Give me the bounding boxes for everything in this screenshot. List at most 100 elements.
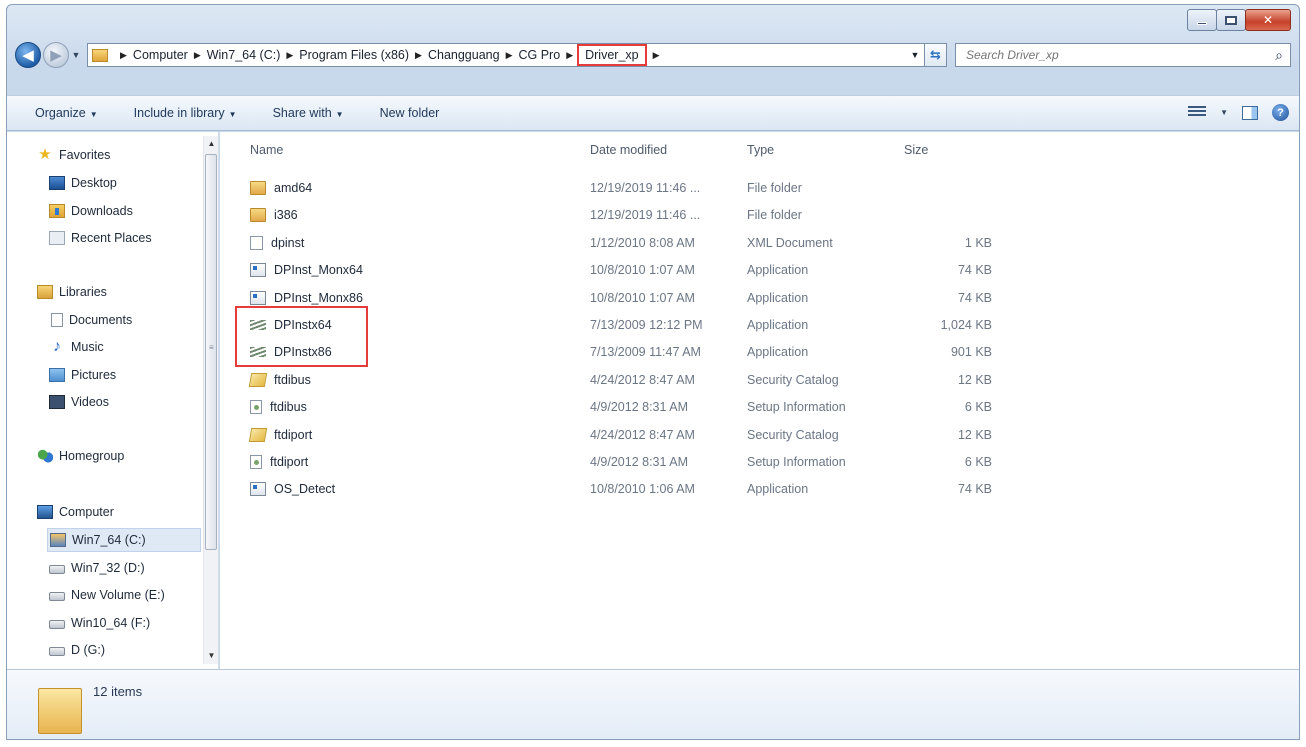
file-name-cell[interactable]: ftdiport (248, 427, 312, 442)
breadcrumb-arrow-icon[interactable]: ▶ (506, 50, 513, 61)
file-name: DPInst_Monx64 (274, 263, 363, 278)
file-name-cell[interactable]: ftdibus (248, 372, 311, 387)
file-size: 901 KB (950, 345, 992, 360)
folder-icon (38, 688, 82, 734)
column-header-date[interactable]: Date modified (590, 143, 667, 157)
minimize-button[interactable] (1187, 9, 1217, 31)
nav-scrollbar[interactable]: ▲ ≡ ▼ (203, 136, 218, 664)
nav-recent-places[interactable]: Recent Places (49, 231, 152, 245)
scroll-down-icon[interactable]: ▼ (204, 648, 218, 664)
organize-menu[interactable]: Organize ▼ (35, 106, 98, 120)
breadcrumb-arrow-icon[interactable]: ▶ (566, 50, 573, 61)
nav-drive-e[interactable]: New Volume (E:) (49, 588, 165, 602)
file-name-cell[interactable]: amd64 (250, 181, 312, 195)
file-name: ftdiport (270, 455, 309, 469)
file-name-cell[interactable]: i386 (250, 208, 298, 223)
breadcrumb-arrow-icon[interactable]: ▶ (120, 50, 127, 61)
share-with-menu[interactable]: Share with ▼ (273, 106, 344, 120)
file-name-cell[interactable]: DPInstx64 (250, 318, 332, 332)
file-type: Application (747, 263, 809, 278)
nav-label: New Volume (E:) (71, 588, 165, 602)
file-row[interactable]: OS_Detect 10/8/2010 1:06 AM Application 74 … (220, 476, 1299, 503)
breadcrumb-arrow-icon[interactable]: ▶ (653, 50, 660, 61)
maximize-icon (1225, 15, 1237, 25)
breadcrumb-computer[interactable]: Computer (133, 48, 188, 62)
file-row[interactable]: ftdibus 4/24/2012 8:47 AM Security Catalog… (220, 367, 1299, 394)
file-size: 1 KB (964, 235, 992, 250)
nav-computer[interactable]: Computer (37, 505, 114, 519)
file-name: DPInstx64 (274, 318, 332, 332)
nav-favorites[interactable]: ★ Favorites (37, 147, 110, 162)
column-header-type[interactable]: Type (747, 143, 774, 157)
recent-pages-button[interactable]: ▼ (69, 50, 83, 60)
nav-pictures[interactable]: Pictures (49, 368, 116, 382)
breadcrumb-drive[interactable]: Win7_64 (C:) (207, 48, 281, 62)
file-name-cell[interactable]: dpinst (250, 235, 304, 250)
column-header-name[interactable]: Name (250, 143, 283, 157)
file-row[interactable]: dpinst 1/12/2010 8:08 AM XML Document 1 KB (220, 230, 1299, 257)
file-name-cell[interactable]: ftdibus (250, 400, 307, 415)
address-dropdown-icon[interactable]: ▼ (906, 50, 924, 60)
file-name-cell[interactable]: DPInst_Monx64 (250, 263, 363, 278)
file-row[interactable]: DPInstx64 7/13/2009 12:12 PM Application 1,… (220, 312, 1299, 339)
preview-pane-icon[interactable] (1242, 105, 1258, 120)
nav-homegroup[interactable]: Homegroup (37, 449, 124, 463)
scroll-up-icon[interactable]: ▲ (204, 136, 218, 152)
file-row[interactable]: DPInst_Monx64 10/8/2010 1:07 AM Applicatio… (220, 257, 1299, 284)
search-icon[interactable]: ⌕ (1268, 47, 1290, 64)
file-name-cell[interactable]: DPInst_Monx86 (250, 290, 363, 305)
new-folder-button[interactable]: New folder (380, 106, 440, 120)
file-row[interactable]: DPInstx86 7/13/2009 11:47 AM Application 90… (220, 339, 1299, 366)
close-button[interactable]: ✕ (1245, 9, 1291, 31)
file-row[interactable]: ftdiport 4/9/2012 8:31 AM Setup Informatio… (220, 449, 1299, 476)
installer-icon (250, 347, 266, 358)
include-in-library-menu[interactable]: Include in library ▼ (134, 106, 237, 120)
downloads-icon (49, 204, 65, 218)
change-view-icon[interactable] (1188, 105, 1207, 120)
file-row[interactable]: i386 12/19/2019 11:46 ... File folder (220, 202, 1299, 229)
forward-button[interactable]: ▶ (43, 42, 69, 68)
breadcrumb-arrow-icon[interactable]: ▶ (286, 50, 293, 61)
nav-videos[interactable]: Videos (49, 395, 109, 409)
column-header-size[interactable]: Size (904, 143, 928, 157)
breadcrumb-arrow-icon[interactable]: ▶ (415, 50, 422, 61)
forward-arrow-icon: ▶ (50, 47, 62, 64)
nav-libraries[interactable]: Libraries (37, 285, 107, 299)
search-input[interactable] (964, 47, 1268, 63)
file-row[interactable]: ftdiport 4/24/2012 8:47 AM Security Catalo… (220, 422, 1299, 449)
file-name: DPInst_Monx86 (274, 290, 363, 305)
music-icon: ♪ (53, 338, 61, 355)
file-date: 4/9/2012 8:31 AM (590, 400, 688, 415)
help-icon[interactable]: ? (1272, 104, 1289, 121)
nav-documents[interactable]: Documents (49, 313, 132, 327)
breadcrumb-program-files[interactable]: Program Files (x86) (299, 48, 409, 62)
search-box[interactable]: ⌕ (955, 43, 1291, 67)
chevron-down-icon: ▼ (71, 50, 81, 60)
file-name-cell[interactable]: DPInstx86 (250, 345, 332, 359)
nav-drive-f[interactable]: Win10_64 (F:) (49, 616, 150, 630)
file-size: 6 KB (964, 400, 992, 415)
breadcrumb-changguang[interactable]: Changguang (428, 48, 500, 62)
file-date: 7/13/2009 11:47 AM (590, 345, 701, 360)
file-name-cell[interactable]: OS_Detect (250, 482, 335, 497)
nav-drive-c[interactable]: Win7_64 (C:) (47, 528, 201, 552)
back-button[interactable]: ◀ (15, 42, 41, 68)
refresh-button[interactable]: ⇆ (925, 43, 947, 67)
file-row[interactable]: DPInst_Monx86 10/8/2010 1:07 AM Applicatio… (220, 285, 1299, 312)
breadcrumb-arrow-icon[interactable]: ▶ (194, 50, 201, 61)
application-icon (250, 290, 266, 305)
file-name-cell[interactable]: ftdiport (250, 455, 308, 469)
breadcrumb-driver-xp[interactable]: Driver_xp (577, 44, 647, 66)
file-row[interactable]: ftdibus 4/9/2012 8:31 AM Setup Information… (220, 394, 1299, 421)
scroll-thumb[interactable]: ≡ (205, 154, 217, 550)
nav-downloads[interactable]: Downloads (49, 204, 133, 218)
nav-drive-d[interactable]: Win7_32 (D:) (49, 561, 145, 575)
maximize-button[interactable] (1216, 9, 1246, 31)
nav-music[interactable]: ♪ Music (49, 338, 104, 355)
nav-drive-g[interactable]: D (G:) (49, 643, 105, 657)
address-bar[interactable]: ▶ Computer ▶ Win7_64 (C:) ▶ Program File… (87, 43, 925, 67)
file-row[interactable]: amd64 12/19/2019 11:46 ... File folder (220, 175, 1299, 202)
breadcrumb-cg-pro[interactable]: CG Pro (519, 48, 561, 62)
chevron-down-icon[interactable]: ▼ (1220, 108, 1228, 117)
nav-desktop[interactable]: Desktop (49, 176, 117, 190)
